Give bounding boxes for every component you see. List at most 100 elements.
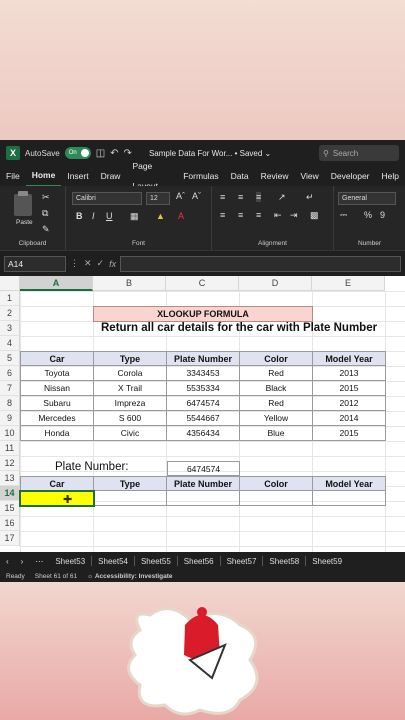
tab-sheet59[interactable]: Sheet59 — [306, 557, 348, 566]
table-cell[interactable]: S 600 — [94, 411, 167, 426]
result-header-model-year[interactable]: Model Year — [313, 476, 386, 491]
menu-help[interactable]: Help — [376, 166, 405, 186]
align-bottom-icon[interactable]: ≡ — [256, 192, 262, 202]
result-header-color[interactable]: Color — [240, 476, 313, 491]
table-cell[interactable]: 5535334 — [167, 381, 240, 396]
row-header-15[interactable]: 15 — [0, 501, 20, 516]
enter-icon[interactable]: ✓ — [97, 258, 105, 269]
subtitle-text[interactable]: Return all car details for the car with … — [101, 322, 377, 334]
accessibility-status[interactable]: ☼ Accessibility: Investigate — [87, 573, 172, 580]
result-cell-plate-number[interactable] — [167, 491, 240, 506]
row-header-9[interactable]: 9 — [0, 411, 20, 426]
table-cell[interactable]: Blue — [240, 426, 313, 441]
formula-title-cell[interactable]: XLOOKUP FORMULA — [93, 306, 313, 322]
table-cell[interactable]: 2015 — [313, 381, 386, 396]
row-header-6[interactable]: 6 — [0, 366, 20, 381]
orientation-icon[interactable]: ↗ — [278, 192, 286, 203]
header-model-year[interactable]: Model Year — [313, 351, 386, 366]
tab-sheet53[interactable]: Sheet53 — [49, 557, 91, 566]
tab-more-icon[interactable]: ⋯ — [29, 557, 49, 566]
column-header-d[interactable]: D — [239, 276, 312, 291]
select-all-corner[interactable] — [0, 276, 20, 291]
menu-review[interactable]: Review — [255, 166, 295, 186]
tab-sheet55[interactable]: Sheet55 — [135, 557, 177, 566]
table-cell[interactable]: Toyota — [20, 366, 94, 381]
save-icon[interactable]: ◫ — [96, 148, 105, 159]
tab-sheet57[interactable]: Sheet57 — [221, 557, 263, 566]
increase-indent-icon[interactable]: ⇥ — [290, 210, 298, 221]
table-cell[interactable]: Civic — [94, 426, 167, 441]
font-color-icon[interactable]: A — [178, 211, 184, 221]
header-plate-number[interactable]: Plate Number — [167, 351, 240, 366]
plate-number-input[interactable]: 6474574 — [167, 461, 240, 476]
align-top-icon[interactable]: ≡ — [220, 192, 225, 202]
row-header-14[interactable]: 14 — [0, 486, 20, 501]
copy-icon[interactable]: ⧉ — [42, 208, 48, 219]
table-cell[interactable]: Yellow — [240, 411, 313, 426]
result-cell-car[interactable] — [19, 490, 95, 507]
table-cell[interactable]: Subaru — [20, 396, 94, 411]
menu-view[interactable]: View — [294, 166, 324, 186]
number-format-select[interactable]: General — [338, 192, 396, 205]
column-header-a[interactable]: A — [20, 276, 93, 291]
header-car[interactable]: Car — [20, 351, 94, 366]
row-header-7[interactable]: 7 — [0, 381, 20, 396]
currency-icon[interactable]: ⎓ — [340, 210, 347, 221]
search-input[interactable]: ⚲ Search — [319, 145, 399, 161]
row-header-16[interactable]: 16 — [0, 516, 20, 531]
table-cell[interactable]: Red — [240, 366, 313, 381]
table-cell[interactable]: 2014 — [313, 411, 386, 426]
decrease-font-icon[interactable]: Aˇ — [192, 191, 201, 201]
menu-insert[interactable]: Insert — [61, 166, 94, 186]
row-header-3[interactable]: 3 — [0, 321, 20, 336]
result-header-car[interactable]: Car — [20, 476, 94, 491]
row-header-13[interactable]: 13 — [0, 471, 20, 486]
result-header-type[interactable]: Type — [94, 476, 167, 491]
wrap-text-icon[interactable]: ↵ — [306, 192, 314, 203]
menu-formulas[interactable]: Formulas — [177, 166, 224, 186]
row-header-17[interactable]: 17 — [0, 531, 20, 546]
row-header-11[interactable]: 11 — [0, 441, 20, 456]
comma-icon[interactable]: 9 — [380, 210, 385, 220]
header-type[interactable]: Type — [94, 351, 167, 366]
menu-home[interactable]: Home — [25, 165, 62, 187]
result-cell-color[interactable] — [240, 491, 313, 506]
menu-file[interactable]: File — [0, 166, 26, 186]
tab-sheet58[interactable]: Sheet58 — [263, 557, 305, 566]
table-cell[interactable]: Red — [240, 396, 313, 411]
borders-icon[interactable]: ▦ — [130, 211, 139, 222]
table-cell[interactable]: Honda — [20, 426, 94, 441]
row-header-12[interactable]: 12 — [0, 456, 20, 471]
table-cell[interactable]: Mercedes — [20, 411, 94, 426]
table-cell[interactable]: 2015 — [313, 426, 386, 441]
row-header-8[interactable]: 8 — [0, 396, 20, 411]
table-cell[interactable]: 2013 — [313, 366, 386, 381]
menu-data[interactable]: Data — [225, 166, 255, 186]
result-header-plate-number[interactable]: Plate Number — [167, 476, 240, 491]
table-cell[interactable]: 4356434 — [167, 426, 240, 441]
more-icon[interactable]: ⋮ — [70, 258, 79, 269]
align-right-icon[interactable]: ≡ — [256, 210, 261, 220]
plate-number-label[interactable]: Plate Number: — [55, 461, 129, 473]
table-cell[interactable]: Nissan — [20, 381, 94, 396]
row-header-10[interactable]: 10 — [0, 426, 20, 441]
fx-icon[interactable]: fx — [109, 259, 116, 269]
menu-developer[interactable]: Developer — [325, 166, 376, 186]
table-cell[interactable]: Corola — [94, 366, 167, 381]
merge-center-icon[interactable]: ▩ — [310, 210, 319, 221]
row-header-2[interactable]: 2 — [0, 306, 20, 321]
fill-color-icon[interactable]: ▲ — [156, 211, 165, 221]
bold-icon[interactable]: B — [76, 211, 83, 221]
row-header-4[interactable]: 4 — [0, 336, 20, 351]
menu-draw[interactable]: Draw — [95, 166, 127, 186]
cancel-icon[interactable]: ✕ — [84, 258, 92, 269]
column-header-c[interactable]: C — [166, 276, 239, 291]
increase-font-icon[interactable]: Aˆ — [176, 191, 185, 201]
decrease-indent-icon[interactable]: ⇤ — [274, 210, 282, 221]
table-cell[interactable]: 6474574 — [167, 396, 240, 411]
result-cell-model-year[interactable] — [313, 491, 386, 506]
row-header-5[interactable]: 5 — [0, 351, 20, 366]
table-cell[interactable]: 3343453 — [167, 366, 240, 381]
undo-icon[interactable]: ↶ — [110, 148, 118, 159]
row-header-1[interactable]: 1 — [0, 291, 20, 306]
